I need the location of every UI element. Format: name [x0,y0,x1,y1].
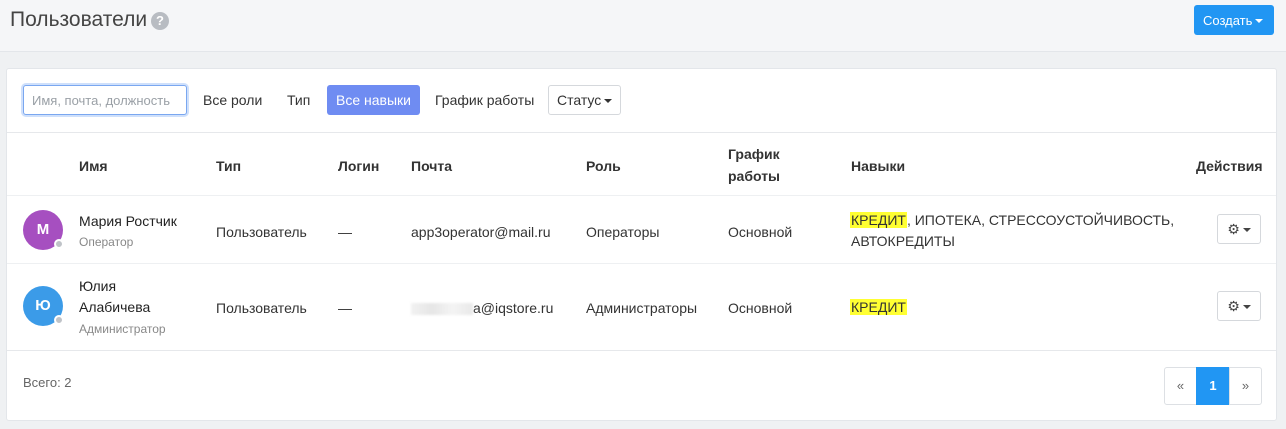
filter-skills[interactable]: Все навыки [327,85,420,115]
skills-rest: , ИПОТЕКА, СТРЕССОУСТОЙЧИВОСТЬ, [906,212,1175,228]
user-email: app3operator@mail.ru [411,224,551,240]
header-skills: Навыки [851,158,906,174]
user-name-line1[interactable]: Юлия [79,276,116,296]
user-position: Администратор [79,322,166,336]
user-schedule: Основной [728,224,793,240]
actions-button[interactable]: ⚙ [1217,291,1261,321]
filter-schedule[interactable]: График работы [435,85,534,115]
pager-next[interactable]: » [1229,367,1262,405]
header-name: Имя [79,158,108,174]
header-role: Роль [586,158,621,174]
skill-highlight: КРЕДИТ [850,299,907,315]
avatar: М [23,210,64,250]
user-type: Пользователь [216,224,307,240]
caret-down-icon [604,99,613,104]
avatar: Ю [23,286,64,326]
filter-type[interactable]: Тип [287,85,310,115]
user-role: Администраторы [586,300,698,316]
user-schedule: Основной [728,300,793,316]
filter-status[interactable]: Статус [548,85,622,115]
user-skills-line2: АВТОКРЕДИТЫ [851,233,955,249]
pager-page-1[interactable]: 1 [1196,367,1230,405]
email-visible: a@iqstore.ru [473,300,554,316]
user-email: a@iqstore.ru [411,298,553,318]
gear-icon: ⚙ [1227,298,1240,314]
user-login: — [338,224,352,240]
create-button[interactable]: Создать [1194,5,1274,35]
header-schedule-line1: График [728,146,780,162]
pager-prev[interactable]: « [1164,367,1197,405]
user-position: Оператор [79,235,134,249]
user-role: Операторы [586,224,660,240]
user-skills-line1: КРЕДИТ, ИПОТЕКА, СТРЕССОУСТОЙЧИВОСТЬ, [850,210,1174,230]
users-card: Все роли Тип Все навыки График работы Ст… [6,68,1277,421]
search-input[interactable] [23,85,187,115]
user-login: — [338,300,352,316]
status-dot-icon [54,315,64,325]
header-login: Логин [338,158,380,174]
gear-icon: ⚙ [1227,221,1240,237]
user-skills: КРЕДИТ [850,297,907,317]
table-header: Имя Тип Логин Почта Роль График работы Н… [7,145,1276,189]
actions-button[interactable]: ⚙ [1217,214,1261,244]
user-name-line2[interactable]: Алабичева [79,297,150,317]
row-divider [7,350,1276,351]
table-row: Ю Юлия Алабичева Администратор Пользоват… [7,264,1276,350]
table-row: М Мария Ростчик Оператор Пользователь — … [7,196,1276,263]
avatar-letter: Ю [35,297,51,314]
avatar-letter: М [36,221,50,238]
question-circle-icon[interactable]: ? [151,12,169,30]
user-name[interactable]: Мария Ростчик [79,211,177,231]
header-email: Почта [411,158,453,174]
page-title: Пользователи [10,8,148,31]
page-header: Пользователи ? Создать [0,0,1286,52]
create-button-label: Создать [1203,12,1253,28]
filter-status-label: Статус [557,92,602,108]
skill-highlight: КРЕДИТ [850,212,907,228]
total-count: Всего: 2 [23,375,72,390]
filter-roles[interactable]: Все роли [203,85,262,115]
caret-down-icon [1242,228,1251,233]
filters-toolbar: Все роли Тип Все навыки График работы Ст… [7,69,1276,133]
caret-down-icon [1242,305,1251,310]
header-type: Тип [216,158,242,174]
caret-down-icon [1255,19,1264,24]
header-actions: Действия [1196,158,1263,174]
blurred-email-part [411,303,473,316]
header-schedule-line2: работы [728,168,781,184]
status-dot-icon [54,239,64,249]
user-type: Пользователь [216,300,307,316]
